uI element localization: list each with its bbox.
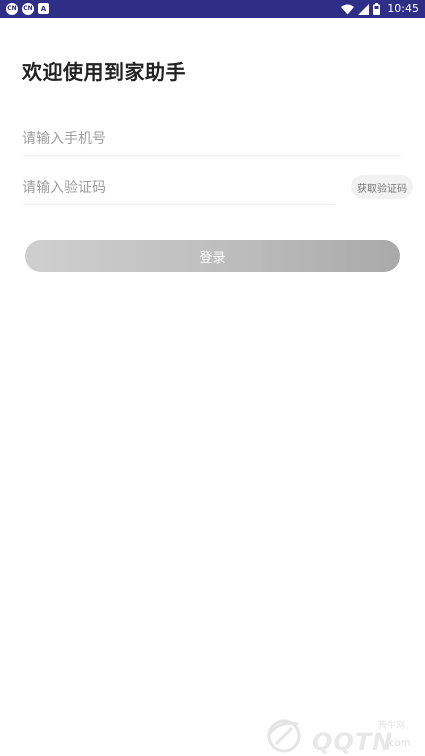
verification-code-input[interactable] [22,177,332,199]
login-button[interactable]: 登录 [25,240,400,272]
watermark-logo-icon [266,719,301,753]
notification-icon: CN [6,3,18,15]
notification-icon: CN [22,3,34,15]
battery-icon [373,3,381,15]
watermark-brand: QQTN [312,728,394,756]
system-icons: 10:45 [341,2,419,16]
phone-divider [22,155,403,156]
signal-icon [358,3,370,15]
code-divider [22,204,335,205]
notification-icon: A [38,3,49,14]
status-time: 10:45 [387,2,419,15]
login-screen: CN CN A 10:45 欢迎使用到家助手 获取验证码 登录 [0,0,425,756]
get-code-button[interactable]: 获取验证码 [351,175,413,199]
status-bar: CN CN A 10:45 [0,0,425,18]
page-title: 欢迎使用到家助手 [22,60,186,84]
notification-icons: CN CN A [6,3,49,15]
phone-input[interactable] [22,128,402,150]
watermark-suffix: .com [386,738,411,749]
wifi-icon [341,4,355,14]
watermark: 腾牛网 QQTN .com [258,714,418,756]
